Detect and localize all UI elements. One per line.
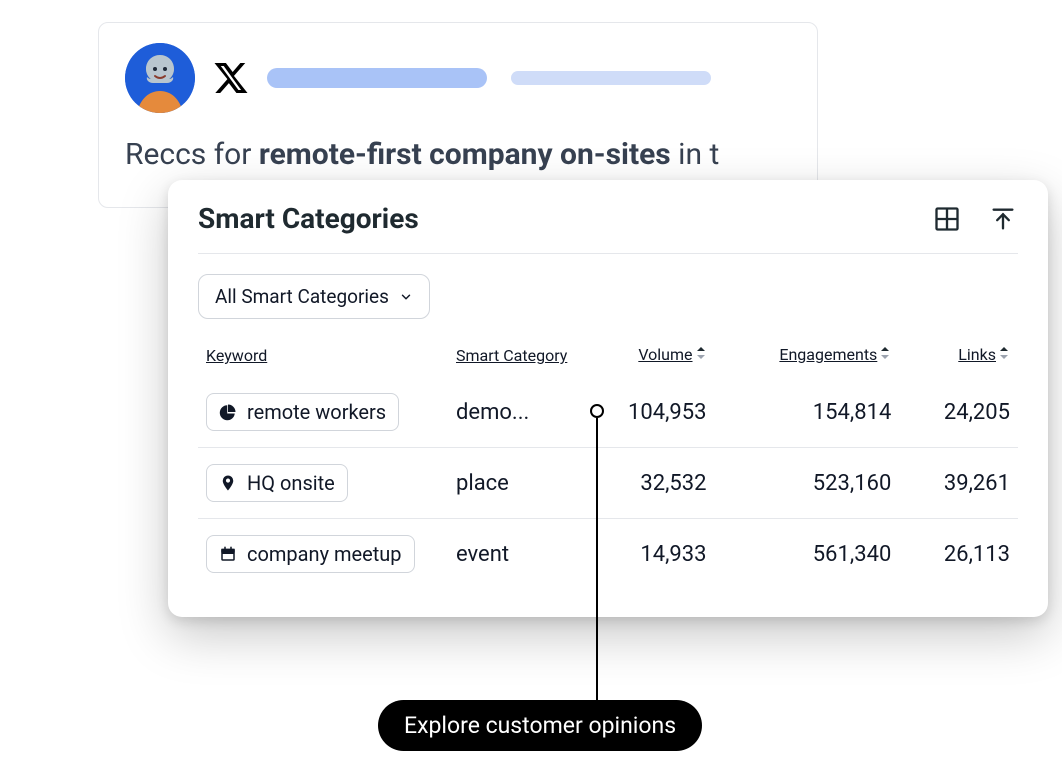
layout-grid-icon[interactable] — [932, 204, 962, 234]
dropdown-label: All Smart Categories — [215, 285, 389, 308]
column-header-category[interactable]: Smart Category — [448, 335, 578, 377]
post-meta-placeholder — [267, 68, 711, 88]
categories-table: Keyword Smart Category Volume Engagement… — [198, 335, 1018, 589]
sort-icon — [879, 345, 891, 364]
placeholder-bar — [267, 68, 487, 88]
column-header-links[interactable]: Links — [899, 335, 1018, 377]
keyword-chip[interactable]: HQ onsite — [206, 464, 348, 502]
category-filter-dropdown[interactable]: All Smart Categories — [198, 274, 430, 319]
avatar — [125, 43, 195, 113]
keyword-label: HQ onsite — [247, 471, 335, 495]
callout-tooltip: Explore customer opinions — [378, 700, 702, 751]
panel-title: Smart Categories — [198, 202, 419, 235]
column-header-engagements[interactable]: Engagements — [715, 335, 900, 377]
cell-category: demo... — [448, 377, 578, 448]
cell-keyword: remote workers — [198, 377, 448, 448]
cell-links: 24,205 — [899, 377, 1018, 448]
keyword-chip[interactable]: remote workers — [206, 393, 399, 431]
pin-icon — [219, 474, 237, 492]
cell-keyword: HQ onsite — [198, 448, 448, 519]
keyword-label: company meetup — [247, 542, 402, 566]
table-row[interactable]: HQ onsite place32,532523,16039,261 — [198, 448, 1018, 519]
column-header-volume[interactable]: Volume — [578, 335, 715, 377]
smart-categories-panel: Smart Categories All Smart Categories Ke… — [168, 180, 1048, 617]
cell-category: place — [448, 448, 578, 519]
cell-keyword: company meetup — [198, 519, 448, 590]
upload-icon[interactable] — [988, 204, 1018, 234]
panel-header: Smart Categories — [198, 202, 1018, 254]
post-header — [125, 43, 791, 113]
cell-category: event — [448, 519, 578, 590]
sort-icon — [998, 345, 1010, 364]
panel-actions — [932, 204, 1018, 234]
table-row[interactable]: remote workers demo...104,953154,81424,20… — [198, 377, 1018, 448]
pie-icon — [219, 403, 237, 421]
cell-volume: 14,933 — [578, 519, 715, 590]
keyword-chip[interactable]: company meetup — [206, 535, 415, 573]
placeholder-bar — [511, 71, 711, 85]
cell-volume: 32,532 — [578, 448, 715, 519]
post-text: Reccs for remote-first company on-sites … — [125, 133, 791, 177]
cell-engagements: 561,340 — [715, 519, 900, 590]
sort-icon — [695, 345, 707, 364]
calendar-icon — [219, 545, 237, 563]
cell-links: 26,113 — [899, 519, 1018, 590]
cell-volume: 104,953 — [578, 377, 715, 448]
table-row[interactable]: company meetup event14,933561,34026,113 — [198, 519, 1018, 590]
chevron-down-icon — [399, 290, 413, 304]
cell-engagements: 523,160 — [715, 448, 900, 519]
post-text-prefix: Reccs for — [125, 137, 259, 172]
cell-engagements: 154,814 — [715, 377, 900, 448]
x-logo-icon — [213, 60, 249, 96]
keyword-label: remote workers — [247, 400, 386, 424]
post-text-bold: remote-first company on-sites — [259, 137, 671, 172]
post-text-suffix: in t — [671, 137, 720, 172]
cell-links: 39,261 — [899, 448, 1018, 519]
column-header-keyword[interactable]: Keyword — [198, 335, 448, 377]
